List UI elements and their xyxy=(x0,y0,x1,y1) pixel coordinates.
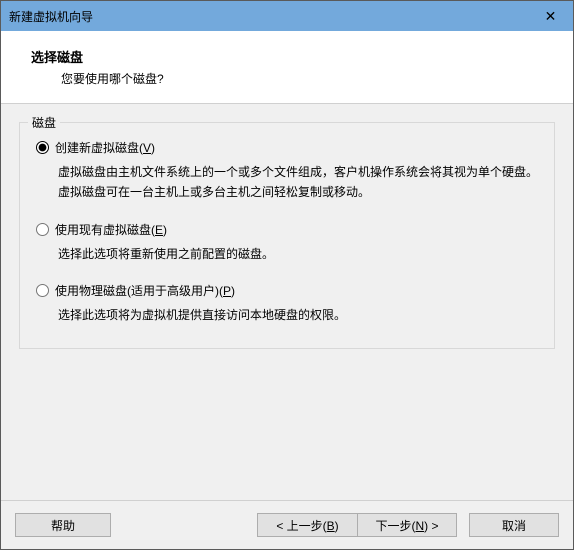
option-physical-label: 使用物理磁盘(适用于高级用户)(P) xyxy=(55,282,235,299)
option-physical-row[interactable]: 使用物理磁盘(适用于高级用户)(P) xyxy=(36,282,542,299)
option-existing-disk: 使用现有虚拟磁盘(E) 选择此选项将重新使用之前配置的磁盘。 xyxy=(32,221,542,264)
next-button[interactable]: 下一步(N) > xyxy=(357,513,457,537)
option-physical-disk: 使用物理磁盘(适用于高级用户)(P) 选择此选项将为虚拟机提供直接访问本地硬盘的… xyxy=(32,282,542,325)
fieldset-legend: 磁盘 xyxy=(28,114,60,131)
content-area: 磁盘 创建新虚拟磁盘(V) 虚拟磁盘由主机文件系统上的一个或多个文件组成，客户机… xyxy=(1,104,573,500)
option-create-desc: 虚拟磁盘由主机文件系统上的一个或多个文件组成，客户机操作系统会将其视为单个硬盘。… xyxy=(58,162,542,203)
back-button[interactable]: < 上一步(B) xyxy=(257,513,357,537)
option-create-new-disk: 创建新虚拟磁盘(V) 虚拟磁盘由主机文件系统上的一个或多个文件组成，客户机操作系… xyxy=(32,139,542,203)
titlebar: 新建虚拟机向导 ✕ xyxy=(1,1,573,31)
option-physical-desc: 选择此选项将为虚拟机提供直接访问本地硬盘的权限。 xyxy=(58,305,542,325)
option-existing-label: 使用现有虚拟磁盘(E) xyxy=(55,221,167,238)
option-create-label: 创建新虚拟磁盘(V) xyxy=(55,139,155,156)
help-button[interactable]: 帮助 xyxy=(15,513,111,537)
page-subtitle: 您要使用哪个磁盘? xyxy=(61,70,555,87)
page-title: 选择磁盘 xyxy=(31,47,555,66)
cancel-button[interactable]: 取消 xyxy=(469,513,559,537)
radio-physical[interactable] xyxy=(36,284,49,297)
radio-existing[interactable] xyxy=(36,223,49,236)
close-button[interactable]: ✕ xyxy=(528,1,573,31)
wizard-header: 选择磁盘 您要使用哪个磁盘? xyxy=(1,31,573,104)
nav-button-group: < 上一步(B) 下一步(N) > xyxy=(257,513,457,537)
close-icon: ✕ xyxy=(545,8,557,25)
option-existing-row[interactable]: 使用现有虚拟磁盘(E) xyxy=(36,221,542,238)
window-title: 新建虚拟机向导 xyxy=(9,8,93,25)
option-existing-desc: 选择此选项将重新使用之前配置的磁盘。 xyxy=(58,244,542,264)
wizard-footer: 帮助 < 上一步(B) 下一步(N) > 取消 xyxy=(1,500,573,549)
option-create-row[interactable]: 创建新虚拟磁盘(V) xyxy=(36,139,542,156)
radio-create-new[interactable] xyxy=(36,141,49,154)
disk-fieldset: 磁盘 创建新虚拟磁盘(V) 虚拟磁盘由主机文件系统上的一个或多个文件组成，客户机… xyxy=(19,122,555,349)
